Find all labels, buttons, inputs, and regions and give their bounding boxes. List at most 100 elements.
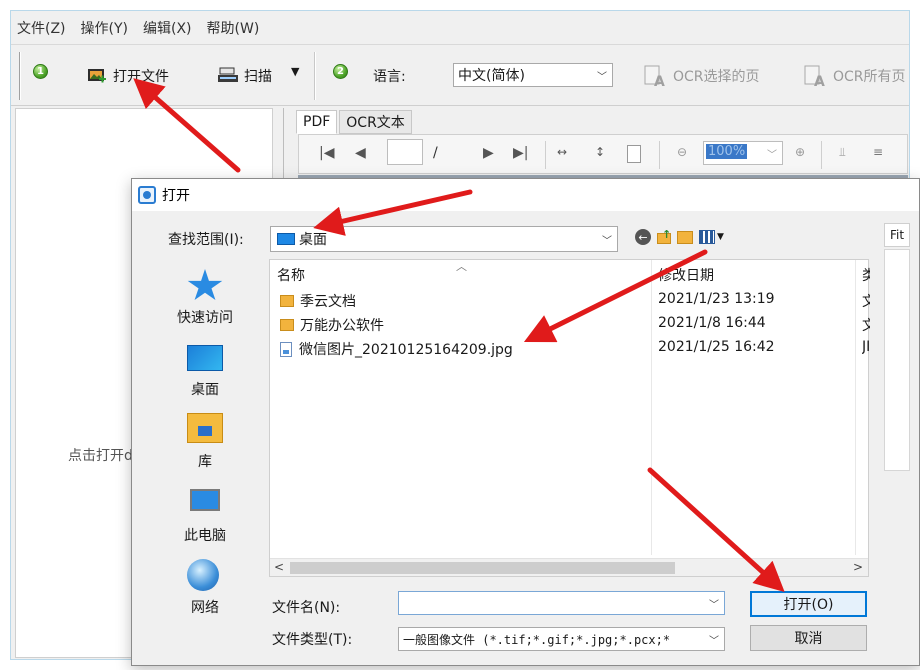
ocr-all-label: OCR所有页: [833, 69, 906, 85]
place-label: 桌面: [191, 382, 219, 398]
look-in-label: 查找范围(I):: [168, 232, 244, 248]
fit-height-icon[interactable]: ↕: [595, 145, 605, 159]
rotate-icon[interactable]: ⫫: [839, 145, 846, 160]
toolbar-separator: [314, 52, 316, 100]
file-type-label: 文件类型(T):: [272, 632, 353, 648]
open-file-icon: [88, 69, 106, 83]
star-icon: [187, 269, 223, 300]
dialog-title: 打开: [162, 188, 190, 204]
last-page-icon[interactable]: ▶|: [513, 145, 528, 161]
ocr-all-icon: A: [804, 65, 825, 88]
place-label: 库: [198, 454, 212, 470]
toolbar-separator: [659, 141, 660, 169]
file-date: 2021/1/25 16:42: [658, 339, 775, 355]
file-name-label: 文件名(N):: [272, 600, 341, 616]
dialog-app-icon: [138, 186, 156, 204]
scan-button[interactable]: 扫描: [217, 66, 272, 86]
open-button[interactable]: 打开(O): [750, 591, 867, 617]
image-file-icon: [280, 341, 292, 357]
ocr-selected-button[interactable]: A OCR选择的页: [643, 64, 760, 88]
sort-ascending-icon: ︿: [456, 260, 467, 273]
file-row[interactable]: 微信图片_20210125164209.jpg 2021/1/25 16:42 …: [270, 336, 870, 360]
file-type-select[interactable]: 一般图像文件 (*.tif;*.gif;*.jpg;*.pcx;* ﹀: [398, 627, 725, 651]
file-name: 微信图片_20210125164209.jpg: [299, 342, 513, 358]
toolbar-separator: [545, 141, 546, 169]
file-name-input[interactable]: ﹀: [398, 591, 725, 615]
open-file-dialog: 打开 查找范围(I): 桌面 ﹀ ← ↑ ▼ Fit 快速访问 桌面 库 此电脑…: [131, 178, 920, 666]
menu-help[interactable]: 帮助(W): [207, 18, 260, 38]
up-folder-icon[interactable]: ↑: [657, 228, 671, 244]
place-network[interactable]: 网络: [144, 559, 266, 617]
left-panel-hint: 点击打开d: [68, 448, 133, 464]
desktop-icon: [187, 345, 223, 371]
look-in-select[interactable]: 桌面 ﹀: [270, 226, 618, 252]
place-label: 网络: [191, 600, 219, 616]
place-libraries[interactable]: 库: [144, 413, 266, 471]
zoom-select[interactable]: 100% ﹀: [703, 141, 783, 165]
svg-text:A: A: [814, 74, 825, 88]
open-file-button[interactable]: 打开文件: [87, 66, 169, 86]
new-folder-icon[interactable]: [677, 230, 693, 244]
tab-pdf[interactable]: PDF: [296, 110, 338, 134]
ocr-page-icon: A: [644, 65, 665, 88]
page-number-input[interactable]: [387, 139, 423, 165]
look-in-value: 桌面: [299, 232, 327, 248]
menu-lines-icon[interactable]: ≡: [873, 145, 883, 159]
menu-operation[interactable]: 操作(Y): [81, 18, 128, 38]
chevron-down-icon[interactable]: ﹀: [704, 592, 724, 614]
file-type: 文: [862, 294, 870, 310]
fit-width-icon[interactable]: ↔: [557, 145, 567, 159]
column-header-type[interactable]: 类: [855, 260, 870, 290]
column-header-name[interactable]: 名称: [270, 260, 305, 290]
file-type-value: 一般图像文件 (*.tif;*.gif;*.jpg;*.pcx;*: [403, 632, 671, 647]
file-date: 2021/1/8 16:44: [658, 315, 766, 331]
previous-page-icon[interactable]: ◀: [355, 145, 366, 161]
file-row[interactable]: 季云文档 2021/1/23 13:19 文: [270, 288, 870, 312]
place-this-pc[interactable]: 此电脑: [144, 487, 266, 545]
file-list: ︿ 名称 修改日期 类 季云文档 2021/1/23 13:19 文 万能办公软…: [269, 259, 870, 577]
language-select[interactable]: 中文(简体) ﹀: [453, 63, 613, 87]
chevron-left-icon[interactable]: <: [274, 560, 284, 574]
chevron-down-icon: ﹀: [767, 149, 777, 161]
file-date: 2021/1/23 13:19: [658, 291, 775, 307]
zoom-in-icon[interactable]: ⊕: [795, 145, 805, 159]
first-page-icon[interactable]: |◀: [319, 145, 334, 161]
menu-edit[interactable]: 编辑(X): [143, 18, 192, 38]
actual-size-icon[interactable]: [627, 145, 641, 163]
scan-dropdown-icon[interactable]: ▼: [291, 65, 299, 78]
file-type: JI: [862, 339, 870, 355]
library-icon: [187, 413, 223, 443]
scanner-icon: [218, 67, 238, 82]
step-one-icon: 1: [33, 64, 48, 79]
chevron-down-icon: ﹀: [602, 235, 612, 247]
folder-icon: [280, 319, 294, 331]
zoom-out-icon[interactable]: ⊖: [677, 145, 687, 159]
scrollbar-thumb[interactable]: [290, 562, 675, 574]
column-header-date[interactable]: 修改日期: [651, 260, 714, 290]
place-desktop[interactable]: 桌面: [144, 341, 266, 399]
toolbar-grip[interactable]: [19, 52, 21, 100]
fit-button[interactable]: Fit: [884, 223, 910, 247]
language-value: 中文(简体): [458, 68, 525, 84]
chevron-right-icon[interactable]: >: [853, 560, 863, 574]
dialog-titlebar[interactable]: 打开: [132, 179, 919, 211]
computer-icon: [190, 489, 220, 511]
horizontal-scrollbar[interactable]: < >: [270, 558, 868, 576]
ocr-selected-label: OCR选择的页: [673, 69, 760, 85]
ocr-all-button[interactable]: A OCR所有页: [803, 64, 906, 88]
menu-file[interactable]: 文件(Z): [17, 18, 66, 38]
desktop-icon: [277, 233, 295, 245]
pdf-navigation-toolbar: |◀ ◀ / ▶ ▶| ↔ ↕ ⊖ 100% ﹀ ⊕ ⫫ ≡: [298, 134, 908, 174]
view-menu-icon[interactable]: ▼: [699, 230, 724, 244]
place-quick-access[interactable]: 快速访问: [144, 269, 266, 327]
place-label: 快速访问: [177, 310, 233, 326]
chevron-down-icon: ﹀: [704, 628, 724, 650]
file-row[interactable]: 万能办公软件 2021/1/8 16:44 文: [270, 312, 870, 336]
places-bar: 快速访问 桌面 库 此电脑 网络: [144, 259, 266, 659]
scan-label: 扫描: [244, 69, 272, 85]
place-label: 此电脑: [184, 528, 226, 544]
cancel-button[interactable]: 取消: [750, 625, 867, 651]
next-page-icon[interactable]: ▶: [483, 145, 494, 161]
tab-ocr-text[interactable]: OCR文本: [339, 110, 412, 134]
back-icon[interactable]: ←: [635, 229, 651, 245]
